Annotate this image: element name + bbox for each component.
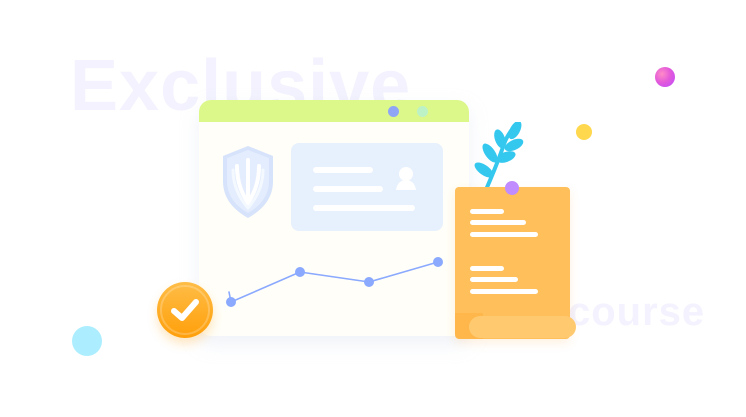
scroll-line bbox=[470, 209, 504, 214]
scroll-line bbox=[470, 289, 538, 294]
scroll-line bbox=[470, 232, 538, 237]
decorative-dot-purple bbox=[505, 181, 519, 195]
background-watermark-right: course bbox=[568, 290, 706, 334]
decorative-dot-magenta bbox=[655, 67, 675, 87]
chart-point bbox=[226, 297, 236, 307]
check-icon bbox=[157, 282, 213, 338]
chart-series-line bbox=[228, 261, 439, 303]
scroll-line bbox=[470, 266, 504, 271]
scroll-line bbox=[470, 220, 526, 225]
document-scroll-illustration bbox=[455, 187, 576, 340]
scroll-line bbox=[470, 277, 518, 282]
decorative-dot-yellow bbox=[576, 124, 592, 140]
line-chart bbox=[226, 257, 443, 307]
illustration-canvas: Exclusive course bbox=[0, 0, 746, 417]
decorative-dot-cyan bbox=[72, 326, 102, 356]
scroll-roll bbox=[469, 316, 576, 338]
browser-window-illustration bbox=[199, 100, 469, 336]
chart-point bbox=[433, 257, 443, 267]
chart-point bbox=[364, 277, 374, 287]
chart-point bbox=[295, 267, 305, 277]
